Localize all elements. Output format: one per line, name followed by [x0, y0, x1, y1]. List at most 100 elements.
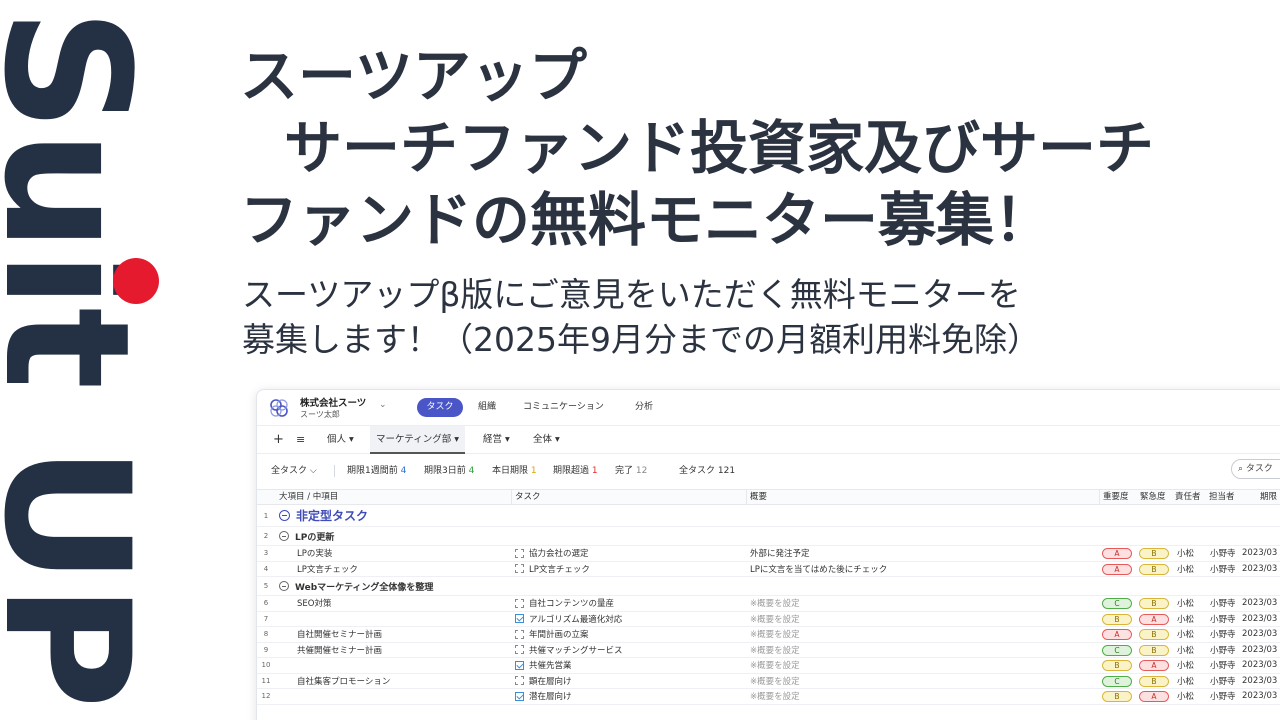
deadline-cell[interactable]: 2023/03	[1242, 612, 1277, 627]
search-input[interactable]: ⌕ タスク	[1231, 459, 1280, 479]
summary-cell[interactable]: ※概要を設定	[750, 689, 800, 704]
category-cell[interactable]: 自社開催セミナー計画	[297, 627, 382, 642]
nav-tab-analysis[interactable]: 分析	[635, 398, 653, 417]
category-cell[interactable]: LP文言チェック	[297, 562, 358, 577]
col-urgency[interactable]: 緊急度	[1140, 490, 1166, 505]
filter-week-before[interactable]: 期限1週間前 4	[347, 462, 406, 480]
group-row[interactable]: 5 Webマーケティング全体像を整理	[257, 577, 1280, 596]
summary-cell[interactable]: LPに文言を当てはめた後にチェック	[750, 562, 887, 577]
summary-cell[interactable]: ※概要を設定	[750, 643, 800, 658]
col-summary[interactable]: 概要	[750, 490, 767, 505]
importance-badge[interactable]: A	[1102, 629, 1132, 640]
assignee-cell[interactable]: 小野寺	[1210, 689, 1236, 704]
view-tab-management[interactable]: 経営 ▾	[483, 426, 510, 454]
checkbox-icon[interactable]	[515, 564, 524, 574]
category-cell[interactable]: 共催開催セミナー計画	[297, 643, 382, 658]
collapse-icon[interactable]	[279, 510, 290, 521]
filter-total[interactable]: 全タスク 121	[679, 462, 735, 480]
col-responsible[interactable]: 責任者	[1175, 490, 1201, 505]
importance-badge[interactable]: B	[1102, 691, 1132, 702]
assignee-cell[interactable]: 小野寺	[1210, 612, 1236, 627]
menu-icon[interactable]: ≡	[296, 426, 305, 454]
col-task[interactable]: タスク	[515, 490, 541, 505]
view-tab-personal[interactable]: 個人 ▾	[327, 426, 354, 454]
view-tab-all[interactable]: 全体 ▾	[533, 426, 560, 454]
checkbox-icon[interactable]	[515, 676, 524, 686]
checkbox-icon[interactable]	[515, 660, 524, 670]
table-row[interactable]: 10 共催先営業 ※概要を設定 B A 小松 小野寺 2023/03	[257, 658, 1280, 674]
col-assignee[interactable]: 担当者	[1209, 490, 1235, 505]
nav-tab-communication[interactable]: コミュニケーション	[523, 398, 604, 417]
urgency-badge[interactable]: B	[1139, 563, 1169, 575]
filter-three-days[interactable]: 期限3日前 4	[424, 462, 474, 480]
deadline-cell[interactable]: 2023/03	[1242, 627, 1277, 642]
responsible-cell[interactable]: 小松	[1177, 596, 1194, 611]
responsible-cell[interactable]: 小松	[1177, 674, 1194, 689]
filter-done[interactable]: 完了 12	[615, 462, 647, 480]
task-cell[interactable]: 協力会社の選定	[515, 546, 589, 561]
assignee-cell[interactable]: 小野寺	[1210, 562, 1236, 577]
checkbox-icon[interactable]	[515, 598, 524, 608]
nav-tab-organization[interactable]: 組織	[478, 398, 496, 417]
deadline-cell[interactable]: 2023/03	[1242, 658, 1277, 673]
deadline-cell[interactable]: 2023/03	[1242, 689, 1277, 704]
subgroup-title[interactable]: Webマーケティング全体像を整理	[279, 577, 433, 595]
filter-today[interactable]: 本日期限 1	[492, 462, 537, 480]
all-tasks-dropdown[interactable]: 全タスク ⌵	[271, 462, 317, 480]
summary-cell[interactable]: ※概要を設定	[750, 627, 800, 642]
checkbox-icon[interactable]	[515, 645, 524, 655]
col-category[interactable]: 大項目 / 中項目	[279, 490, 338, 505]
urgency-badge[interactable]: B	[1139, 598, 1169, 609]
importance-badge[interactable]: C	[1102, 644, 1132, 656]
responsible-cell[interactable]: 小松	[1177, 546, 1194, 561]
task-cell[interactable]: 潜在層向け	[515, 689, 572, 704]
table-row[interactable]: 11 自社集客プロモーション 顕在層向け ※概要を設定 C B 小松 小野寺 2023/03	[257, 674, 1280, 689]
assignee-cell[interactable]: 小野寺	[1210, 658, 1236, 673]
importance-badge[interactable]: A	[1102, 563, 1132, 575]
table-row[interactable]: 7 アルゴリズム最適化対応 ※概要を設定 B A 小松 小野寺 2023/03	[257, 612, 1280, 627]
deadline-cell[interactable]: 2023/03	[1242, 596, 1277, 611]
assignee-cell[interactable]: 小野寺	[1210, 627, 1236, 642]
task-cell[interactable]: 年間計画の立案	[515, 627, 589, 642]
add-view-button[interactable]: +	[273, 426, 284, 454]
category-cell[interactable]: LPの実装	[297, 546, 332, 561]
category-cell[interactable]: 自社集客プロモーション	[297, 674, 390, 689]
task-cell[interactable]: 顕在層向け	[515, 674, 572, 689]
summary-cell[interactable]: ※概要を設定	[750, 612, 800, 627]
urgency-badge[interactable]: A	[1139, 613, 1169, 625]
checkbox-icon[interactable]	[515, 614, 524, 624]
responsible-cell[interactable]: 小松	[1177, 658, 1194, 673]
group-title[interactable]: 非定型タスク	[279, 505, 368, 526]
table-row[interactable]: 12 潜在層向け ※概要を設定 B A 小松 小野寺 2023/03	[257, 689, 1280, 705]
deadline-cell[interactable]: 2023/03	[1242, 562, 1277, 577]
urgency-badge[interactable]: B	[1139, 629, 1169, 640]
assignee-cell[interactable]: 小野寺	[1210, 674, 1236, 689]
collapse-icon[interactable]	[279, 531, 289, 541]
assignee-cell[interactable]: 小野寺	[1210, 546, 1236, 561]
urgency-badge[interactable]: B	[1139, 548, 1169, 559]
responsible-cell[interactable]: 小松	[1177, 689, 1194, 704]
deadline-cell[interactable]: 2023/03	[1242, 674, 1277, 689]
urgency-badge[interactable]: B	[1139, 675, 1169, 687]
task-cell[interactable]: 共催マッチングサービス	[515, 643, 623, 658]
importance-badge[interactable]: C	[1102, 675, 1132, 687]
responsible-cell[interactable]: 小松	[1177, 643, 1194, 658]
group-row[interactable]: 2 LPの更新	[257, 527, 1280, 546]
importance-badge[interactable]: A	[1102, 548, 1132, 559]
view-tab-marketing[interactable]: マーケティング部 ▾	[370, 426, 466, 454]
task-cell[interactable]: LP文言チェック	[515, 562, 590, 577]
checkbox-icon[interactable]	[515, 691, 524, 701]
table-row[interactable]: 6 SEO対策 自社コンテンツの量産 ※概要を設定 C B 小松 小野寺 2023/03	[257, 596, 1280, 612]
subgroup-title[interactable]: LPの更新	[279, 527, 334, 545]
table-row[interactable]: 8 自社開催セミナー計画 年間計画の立案 ※概要を設定 A B 小松 小野寺 2023/03	[257, 627, 1280, 643]
deadline-cell[interactable]: 2023/03	[1242, 546, 1277, 561]
group-row[interactable]: 1 非定型タスク	[257, 505, 1280, 527]
urgency-badge[interactable]: A	[1139, 691, 1169, 702]
summary-cell[interactable]: ※概要を設定	[750, 674, 800, 689]
checkbox-icon[interactable]	[515, 629, 524, 639]
deadline-cell[interactable]: 2023/03	[1242, 643, 1277, 658]
assignee-cell[interactable]: 小野寺	[1210, 596, 1236, 611]
category-cell[interactable]: SEO対策	[297, 596, 331, 611]
assignee-cell[interactable]: 小野寺	[1210, 643, 1236, 658]
responsible-cell[interactable]: 小松	[1177, 627, 1194, 642]
